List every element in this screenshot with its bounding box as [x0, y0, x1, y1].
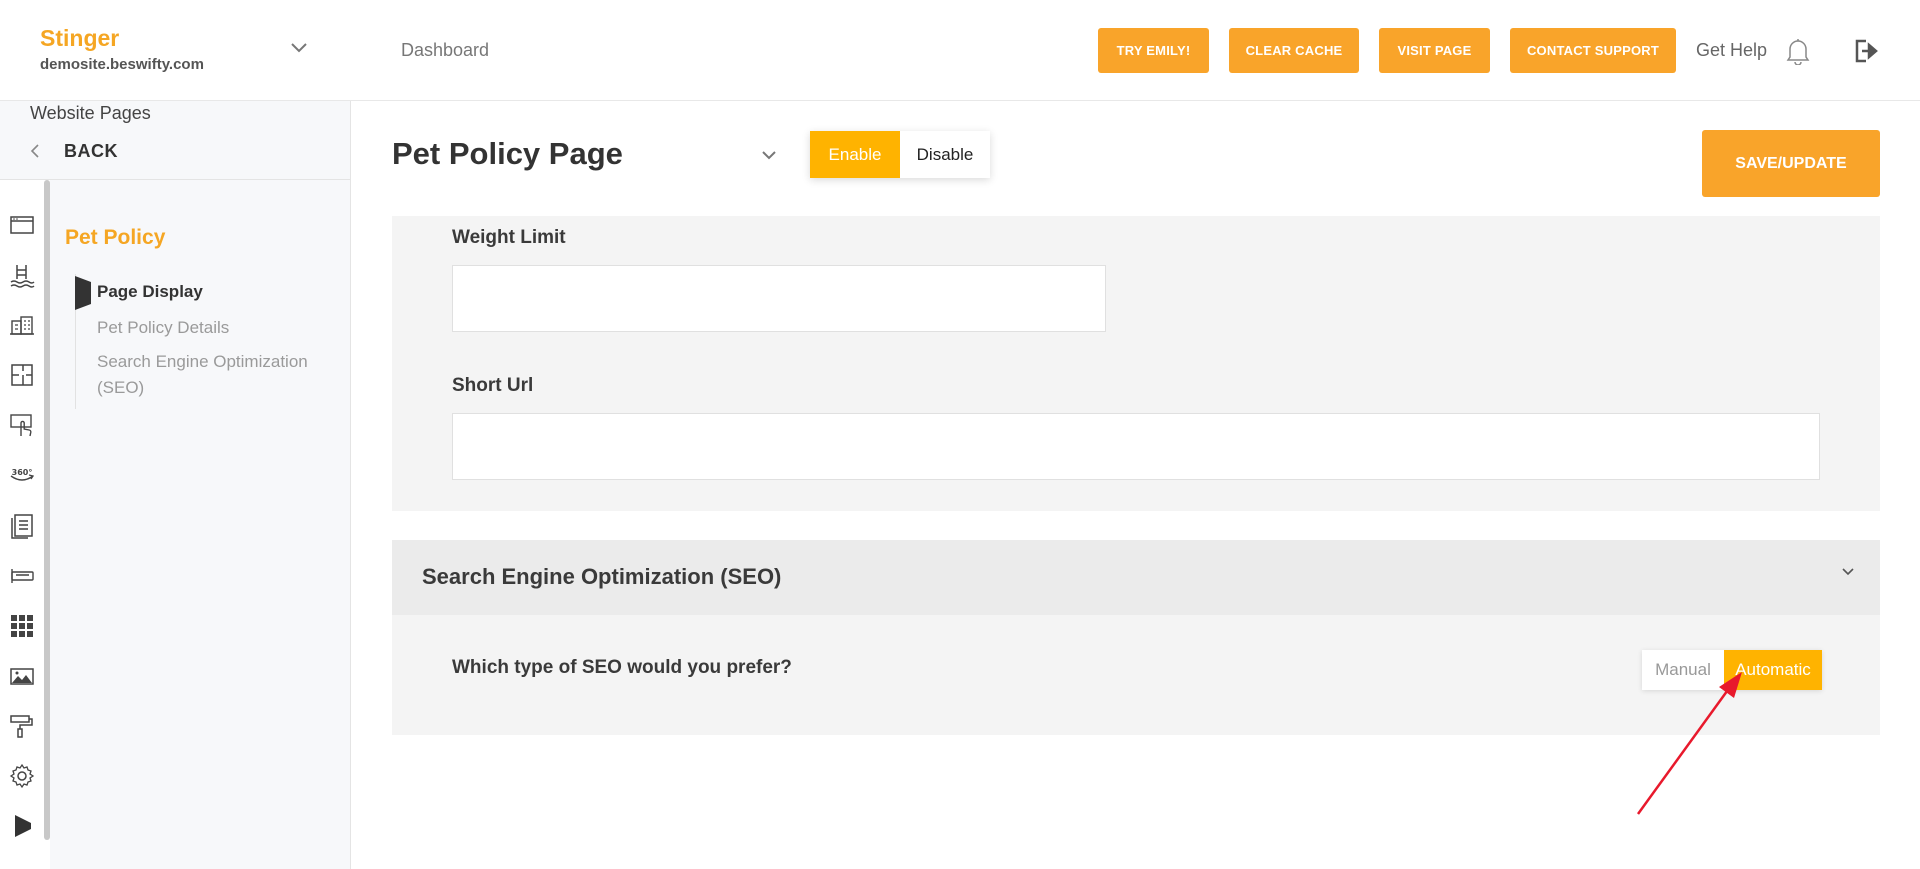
enable-option[interactable]: Enable — [810, 131, 900, 178]
paint-roller-icon[interactable] — [9, 713, 35, 739]
brand-domain: demosite.beswifty.com — [40, 56, 204, 73]
chevron-down-icon — [1842, 568, 1854, 576]
brand-name: Stinger — [40, 25, 120, 51]
grid-apps-icon[interactable] — [9, 613, 35, 639]
page-display-panel: Weight Limit Short Url — [392, 216, 1880, 511]
section-label: Website Pages — [30, 103, 151, 123]
documents-icon[interactable] — [9, 513, 35, 539]
page-section-nav: Page Display Pet Policy Details Search E… — [75, 274, 335, 409]
image-gallery-icon[interactable] — [9, 663, 35, 689]
page-title: Pet Policy Page — [392, 136, 623, 171]
sidebar: Stinger demosite.beswifty.com Website Pa… — [0, 0, 351, 869]
clear-cache-button[interactable]: CLEAR CACHE — [1229, 28, 1359, 73]
gear-icon[interactable] — [9, 763, 35, 789]
weight-limit-label: Weight Limit — [452, 227, 566, 248]
back-label: BACK — [64, 140, 118, 161]
browser-window-icon[interactable] — [9, 212, 35, 238]
weight-limit-input[interactable] — [452, 265, 1106, 332]
seo-manual-option[interactable]: Manual — [1642, 650, 1724, 690]
logout-icon[interactable] — [1853, 38, 1881, 64]
breadcrumb[interactable]: Dashboard — [401, 40, 489, 61]
save-update-button[interactable]: SAVE/UPDATE — [1702, 130, 1880, 197]
touch-screen-icon[interactable] — [9, 412, 35, 438]
seo-type-toggle: Manual Automatic — [1642, 650, 1822, 690]
disable-option[interactable]: Disable — [900, 131, 990, 178]
buildings-icon[interactable] — [9, 312, 35, 338]
360-view-icon[interactable]: 360° — [9, 462, 35, 488]
nav-item-pet-policy-details[interactable]: Pet Policy Details — [76, 312, 335, 349]
seo-section-header[interactable]: Search Engine Optimization (SEO) — [392, 540, 1880, 615]
chevron-down-icon[interactable] — [288, 36, 310, 58]
bell-icon[interactable] — [1785, 37, 1811, 65]
enable-disable-toggle: Enable Disable — [810, 131, 990, 178]
chevron-down-icon[interactable] — [760, 146, 778, 164]
key-card-icon[interactable] — [9, 563, 35, 589]
nav-item-page-display[interactable]: Page Display — [75, 274, 335, 312]
nav-title: Pet Policy — [65, 226, 166, 249]
flag-icon[interactable] — [9, 813, 35, 839]
get-help-link[interactable]: Get Help — [1696, 40, 1767, 61]
active-marker-icon — [75, 276, 91, 310]
sidebar-scrollbar[interactable] — [44, 180, 50, 840]
short-url-input[interactable] — [452, 413, 1820, 480]
visit-page-button[interactable]: VISIT PAGE — [1379, 28, 1490, 73]
icon-rail: 360° — [0, 180, 50, 869]
pool-icon[interactable] — [9, 262, 35, 288]
back-button[interactable]: BACK — [28, 138, 118, 164]
nav-item-label: Page Display — [97, 282, 203, 301]
seo-type-question: Which type of SEO would you prefer? — [452, 657, 792, 678]
seo-section-body: Which type of SEO would you prefer? Manu… — [392, 615, 1880, 735]
top-header: Dashboard TRY EMILY! CLEAR CACHE VISIT P… — [351, 0, 1920, 101]
divider — [0, 179, 351, 180]
try-emily-button[interactable]: TRY EMILY! — [1098, 28, 1209, 73]
chevron-left-icon — [30, 144, 39, 158]
brand-header: Stinger demosite.beswifty.com — [0, 0, 351, 101]
seo-section-title: Search Engine Optimization (SEO) — [422, 564, 782, 589]
seo-automatic-option[interactable]: Automatic — [1724, 650, 1822, 690]
floorplan-icon[interactable] — [9, 362, 35, 388]
nav-item-label: Search Engine Optimization (SEO) — [97, 352, 308, 397]
short-url-label: Short Url — [452, 375, 534, 396]
nav-item-seo[interactable]: Search Engine Optimization (SEO) — [76, 349, 335, 409]
contact-support-button[interactable]: CONTACT SUPPORT — [1510, 28, 1676, 73]
nav-item-label: Pet Policy Details — [97, 318, 230, 337]
